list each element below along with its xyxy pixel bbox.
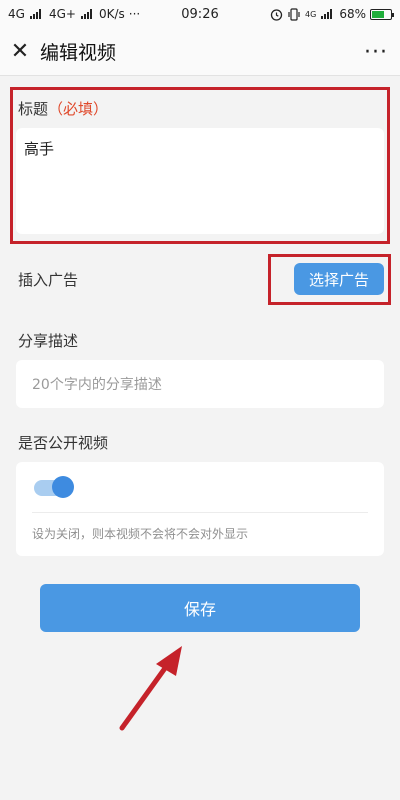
alarm-icon [270,8,283,21]
status-more: ··· [128,7,141,21]
network-speed: 0K/s [98,7,125,21]
highlight-box-ad [268,254,391,305]
status-bar: 4G 4G+ 0K/s ··· 09:26 4G 68% [0,0,400,28]
page-title: 编辑视频 [40,42,117,64]
network-type-2: 4G+ [48,7,76,21]
signal-icon [29,9,41,19]
save-button[interactable]: 保存 [40,584,360,632]
public-card: 设为关闭，则本视频不会将不会对外显示 [16,462,384,556]
status-left: 4G 4G+ 0K/s ··· [8,7,140,21]
public-label: 是否公开视频 [18,434,109,452]
status-right: 4G 68% [270,7,394,21]
ad-label: 插入广告 [18,271,79,289]
network-type-3: 4G [305,9,317,19]
battery-percent: 68% [339,7,366,21]
public-hint: 设为关闭，则本视频不会将不会对外显示 [32,527,249,541]
battery-icon [370,8,394,20]
highlight-box-title [10,87,390,244]
toggle-knob [52,476,74,498]
public-toggle[interactable] [34,476,74,498]
close-icon[interactable]: ✕ [0,28,40,76]
share-description-input[interactable]: 20个字内的分享描述 [16,360,384,408]
vibrate-icon [288,7,300,21]
more-icon[interactable]: ··· [364,28,388,76]
signal-icon-2 [80,9,92,19]
signal-icon-3 [321,9,333,19]
nav-bar: ✕ 编辑视频 ··· [0,28,400,76]
divider [32,512,368,513]
share-label: 分享描述 [18,332,79,350]
network-type-1: 4G [8,7,25,21]
annotation-arrow-icon [119,646,182,731]
